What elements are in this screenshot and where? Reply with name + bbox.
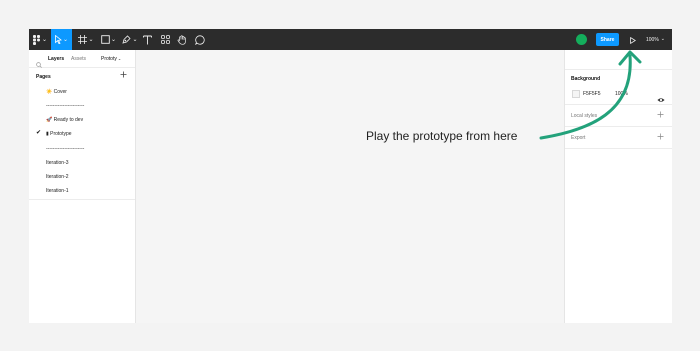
pen-tool-icon [122,35,132,44]
callout-text: Play the prototype from here [366,129,518,143]
figma-main-menu-icon [32,34,41,45]
frame-tool-button[interactable]: ⌄ [77,29,95,50]
chevron-down-icon: ⌄ [110,36,117,43]
components-icon [160,35,170,44]
page-item-cover[interactable]: ☀️ Cover [46,89,67,95]
section-divider [565,104,672,105]
background-hex-input[interactable]: F5F5F5 [583,91,601,97]
shape-tool-button[interactable]: ⌄ [99,29,118,50]
zoom-dropdown[interactable]: 100% ⌄ [646,29,665,50]
section-divider [565,126,672,127]
page-item-ready-to-dev[interactable]: 🚀 Ready to dev [46,117,83,123]
section-divider [565,148,672,149]
design-panel-header [565,50,672,70]
components-button[interactable] [158,29,172,50]
add-export-button[interactable] [657,133,664,142]
chevron-down-icon: ⌄ [62,36,69,43]
main-menu-button[interactable]: ⌄ [29,29,51,50]
page-item-iteration-3[interactable]: Iteration-3 [46,160,69,166]
move-tool-icon [55,35,62,44]
text-tool-button[interactable] [140,29,154,50]
right-sidebar: Background F5F5F5 100% Local styles Expo… [564,50,672,323]
left-sidebar: Layers Assets Prototy ⌄ Pages ☀️ Cover -… [29,50,136,323]
add-page-button[interactable] [120,71,127,80]
tab-assets[interactable]: Assets [71,56,86,62]
frame-tool-icon [78,35,88,44]
chevron-down-icon: ⌄ [41,36,48,43]
page-item-divider[interactable]: ----------------------- [46,146,84,152]
eye-icon[interactable] [657,90,665,108]
share-button-label: Share [600,36,615,43]
local-styles-label: Local styles [571,113,598,119]
chevron-down-icon: ⌄ [132,36,138,43]
page-item-iteration-1[interactable]: Iteration-1 [46,188,69,194]
chevron-down-icon: ⌄ [88,36,94,43]
share-button[interactable]: Share [596,33,619,46]
background-color-swatch[interactable] [572,90,580,98]
background-section-title: Background [571,76,601,82]
pen-tool-button[interactable]: ⌄ [121,29,139,50]
hand-tool-icon [177,34,187,45]
move-tool-button[interactable]: ⌄ [51,29,72,50]
page-selector-label: Prototy [101,56,117,62]
present-play-button[interactable] [626,33,640,46]
play-icon [630,31,637,49]
background-opacity-input[interactable]: 100% [615,91,628,97]
add-style-button[interactable] [657,111,664,120]
user-avatar[interactable] [576,34,587,45]
top-toolbar: ⌄ ⌄ ⌄ ⌄ ⌄ Share 100% ⌄ [29,29,672,50]
zoom-value: 100% [646,36,659,43]
page-item-divider[interactable]: ----------------------- [46,103,84,109]
check-icon: ✔ [36,130,42,136]
page-item-prototype[interactable]: ▮ Prototype [46,131,72,137]
page-selector[interactable]: Prototy ⌄ [101,56,121,62]
shape-tool-icon [101,35,110,44]
hand-tool-button[interactable] [175,29,189,50]
figma-app-window: ⌄ ⌄ ⌄ ⌄ ⌄ Share 100% ⌄ Layers Assets Pro… [29,29,672,323]
comment-tool-icon [195,34,205,45]
panel-divider [29,199,135,200]
text-tool-icon [142,35,152,45]
tab-layers[interactable]: Layers [48,56,64,62]
page-item-iteration-2[interactable]: Iteration-2 [46,174,69,180]
search-icon[interactable] [36,55,42,73]
chevron-down-icon: ⌄ [117,56,122,61]
chevron-down-icon: ⌄ [660,36,665,42]
pages-header: Pages [36,74,51,80]
export-label: Export [571,135,586,141]
sidebar-tabs: Layers Assets Prototy ⌄ [29,50,135,68]
comment-tool-button[interactable] [193,29,207,50]
